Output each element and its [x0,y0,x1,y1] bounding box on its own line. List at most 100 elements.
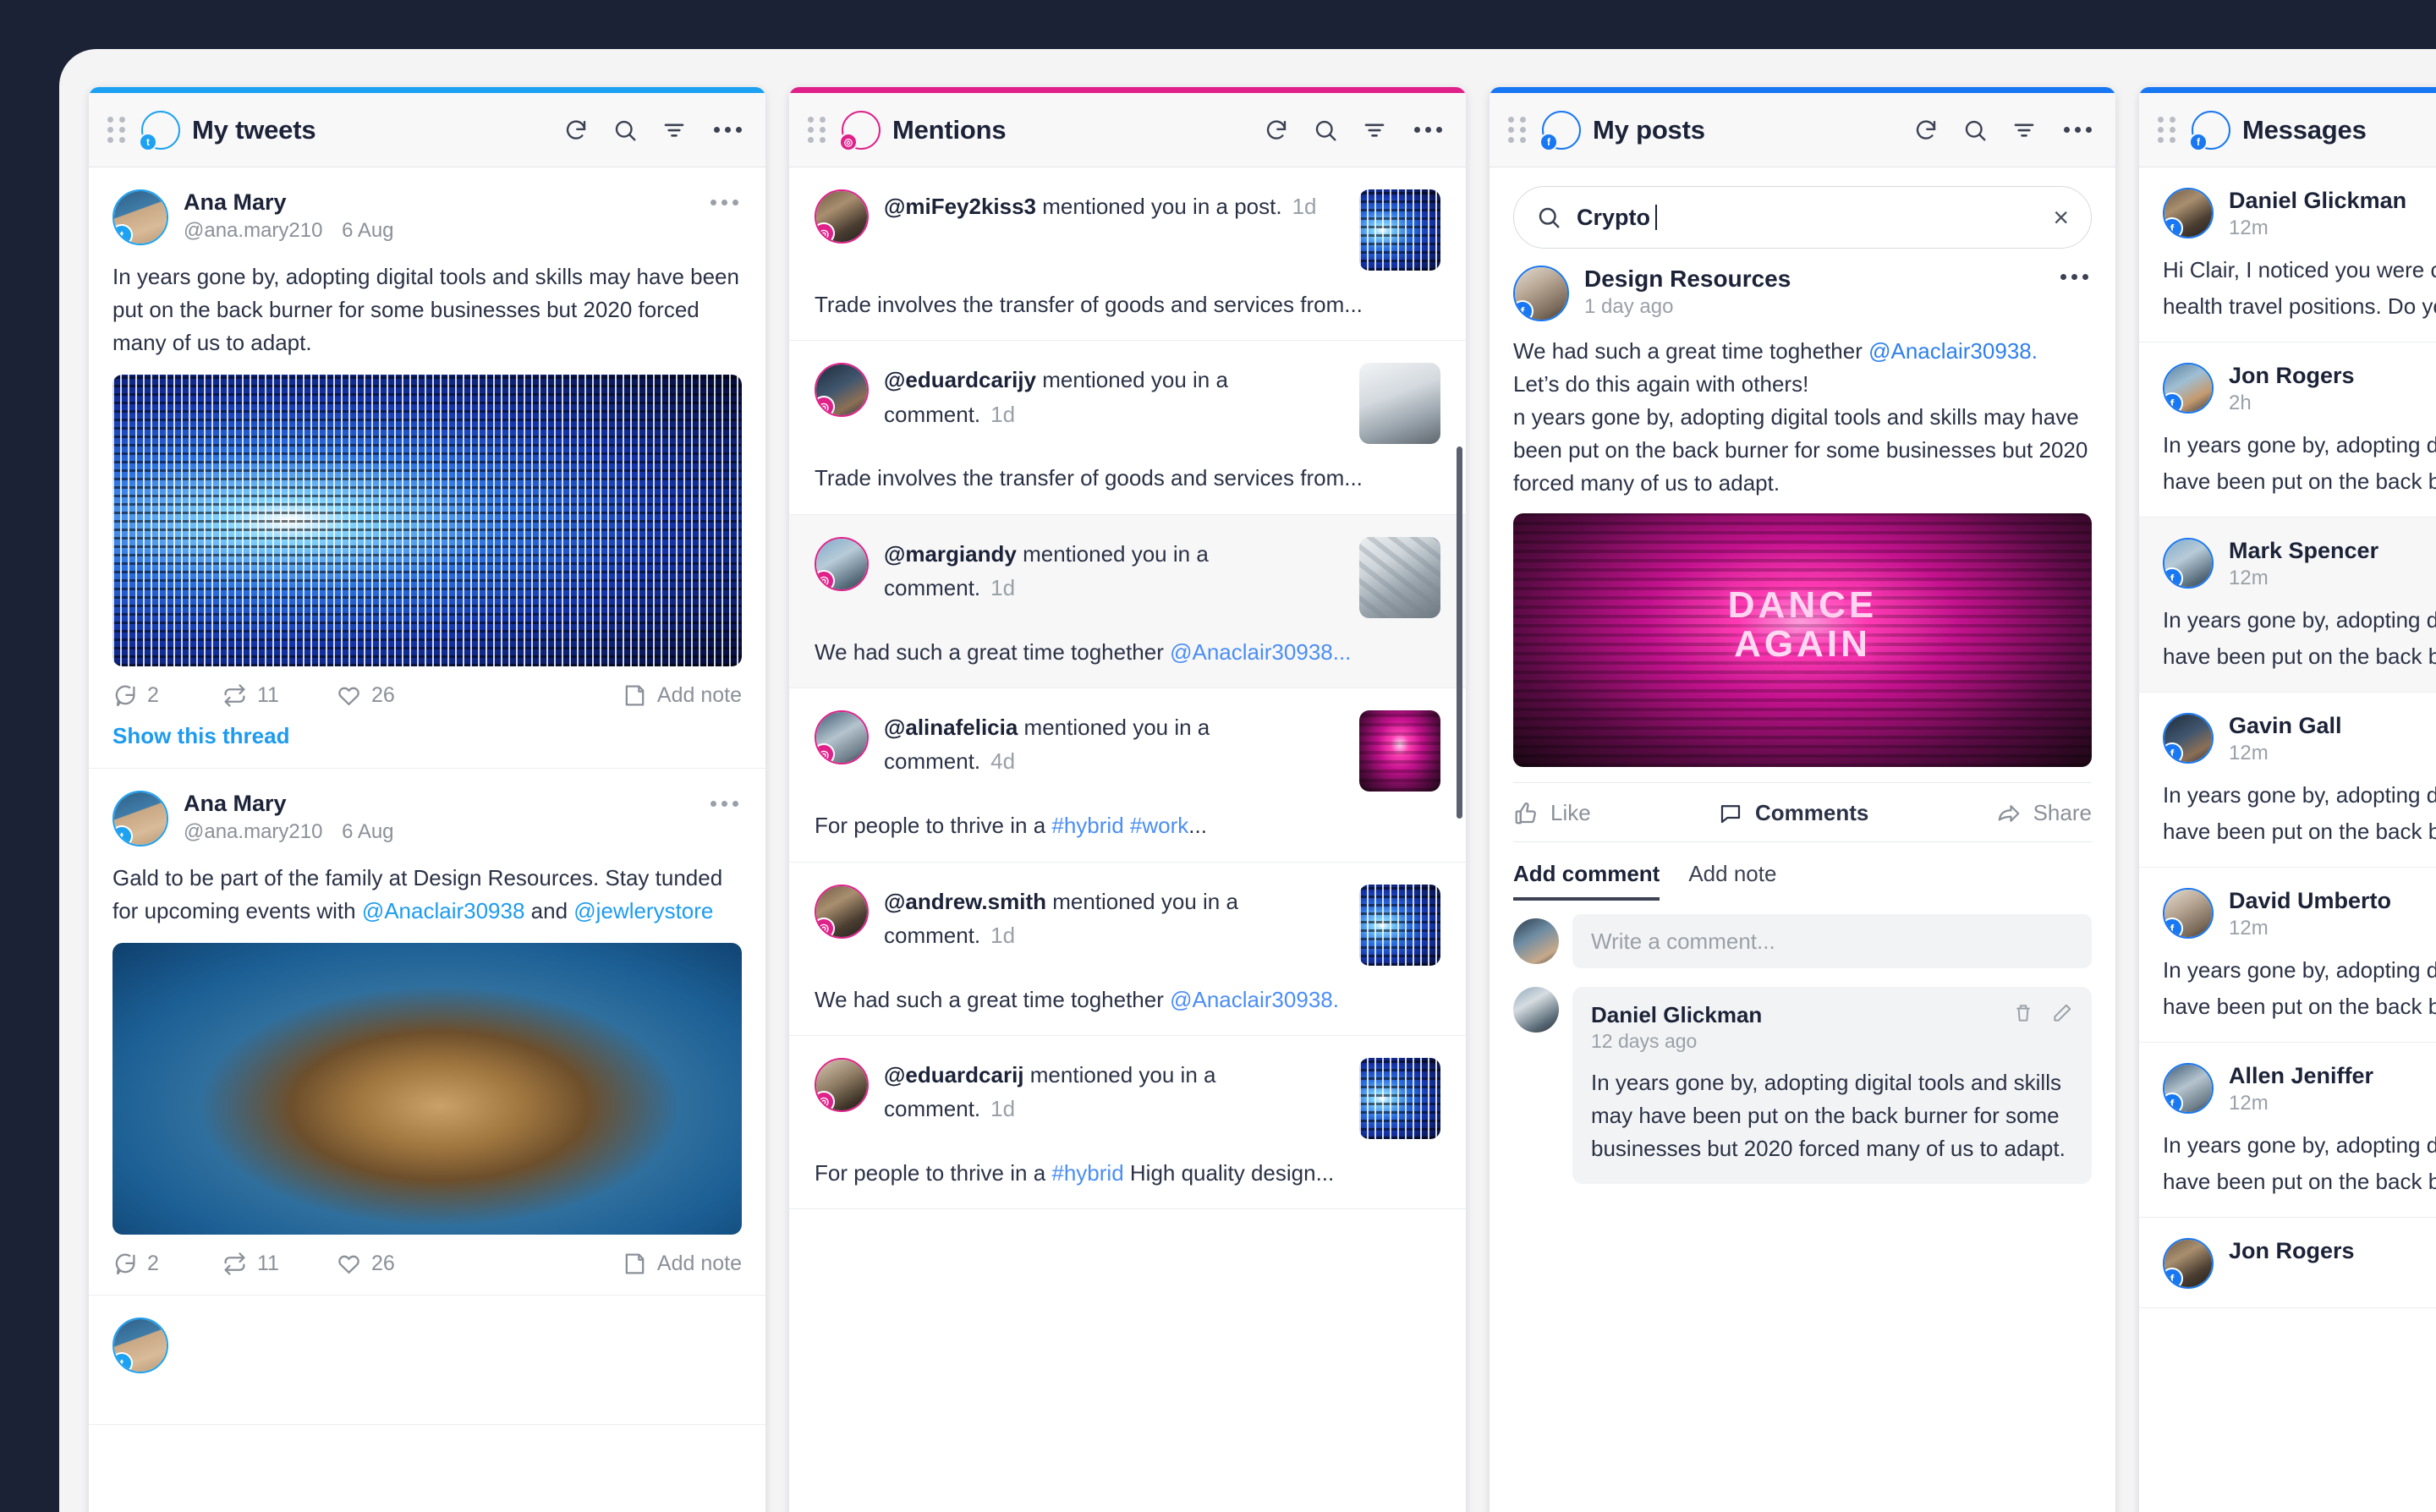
share-button[interactable]: Share [1996,800,2092,826]
post-mention-link[interactable]: @Anaclair30938. [1868,338,2038,364]
mention-hashtag-link[interactable]: #hybrid [1051,1160,1123,1186]
mention-body: We had such a great time toghether @Anac… [815,984,1440,1015]
tweet-card[interactable]: t Ana Mary @ana.mary210 6 Aug Gald to be… [89,769,765,1296]
refresh-icon[interactable] [1913,118,1939,143]
tab-add-comment[interactable]: Add comment [1513,861,1660,901]
tweet-actions: 2 11 26 Add note [112,1252,742,1276]
like-action[interactable]: 26 [337,1252,451,1276]
comment-placeholder: Write a comment... [1591,929,1775,955]
mention-user[interactable]: @eduardcarij [884,1062,1024,1087]
more-icon[interactable] [710,123,745,136]
comment-icon [112,1252,137,1276]
message-sender: Allen Jeniffer [2229,1063,2373,1089]
retweet-action[interactable]: 11 [222,683,337,708]
mention-thumbnail[interactable] [1359,363,1440,444]
mention-thumbnail[interactable] [1359,537,1440,618]
message-item[interactable]: f David Umberto 12m In years gone by, ad… [2139,868,2436,1043]
my-posts-body[interactable]: Crypto × f Design Resources 1 day ago We… [1490,167,2115,1512]
edit-icon[interactable] [2051,1002,2073,1024]
message-sender: Jon Rogers [2229,1238,2355,1264]
filter-icon[interactable] [661,118,687,143]
mention-body-link[interactable]: @Anaclair30938... [1170,639,1351,665]
mention-item[interactable]: ◎ @alinafelicia mentioned you in a comme… [789,688,1466,862]
tweet-media-turtle[interactable] [112,943,742,1235]
mention-user[interactable]: @alinafelicia [884,715,1018,740]
mention-item[interactable]: ◎ @andrew.smith mentioned you in a comme… [789,863,1466,1036]
like-button[interactable]: Like [1513,800,1591,826]
mention-hashtag-link[interactable]: #hybrid #work [1051,813,1188,838]
post-card: f Design Resources 1 day ago We had such… [1490,257,2115,1184]
reply-action[interactable]: 2 [112,683,222,708]
message-item[interactable]: f Allen Jeniffer 12m In years gone by, a… [2139,1043,2436,1218]
more-icon[interactable] [2057,271,2092,283]
facebook-icon: f [2163,1268,2183,1289]
filter-icon[interactable] [2011,118,2037,143]
refresh-icon[interactable] [563,118,589,143]
tweets-list[interactable]: t Ana Mary @ana.mary210 6 Aug In years g… [89,167,765,1512]
tab-add-note[interactable]: Add note [1688,861,1776,901]
neon-line-2: AGAIN [1734,623,1871,665]
messages-list[interactable]: f Daniel Glickman 12m Hi Clair, I notice… [2139,167,2436,1512]
tweet-text: Gald to be part of the family at Design … [112,862,742,928]
comment-tools [2012,1002,2073,1024]
tweet-card[interactable]: t [89,1296,765,1425]
column-my-tweets: t My tweets t Ana Mary [89,87,765,1512]
more-icon[interactable] [1411,123,1446,136]
mention-headline: @miFey2kiss3 mentioned you in a post.1d [884,189,1344,223]
drag-handle-icon[interactable] [2158,118,2180,143]
mention-user[interactable]: @margiandy [884,541,1017,567]
mention-item[interactable]: ◎ @eduardcarijy mentioned you in a comme… [789,341,1466,514]
drag-handle-icon[interactable] [808,118,830,143]
delete-icon[interactable] [2012,1002,2034,1024]
mention-thumbnail[interactable] [1359,189,1440,271]
more-icon[interactable] [2060,123,2095,136]
message-item[interactable]: f Jon Rogers [2139,1218,2436,1308]
tweet-date: 6 Aug [342,820,393,843]
add-note-button[interactable]: Add note [623,1252,742,1276]
message-item[interactable]: f Daniel Glickman 12m Hi Clair, I notice… [2139,167,2436,342]
search-icon[interactable] [1313,118,1338,143]
mentions-list[interactable]: ◎ @miFey2kiss3 mentioned you in a post.1… [789,167,1466,1512]
scrollbar-thumb[interactable] [1457,446,1462,819]
tweet-media-led-lights[interactable] [112,375,742,666]
refresh-icon[interactable] [1264,118,1289,143]
mention-item[interactable]: ◎ @eduardcarij mentioned you in a commen… [789,1036,1466,1209]
tweet-card[interactable]: t Ana Mary @ana.mary210 6 Aug In years g… [89,167,765,769]
mention-body-link[interactable]: @Anaclair30938. [1170,987,1339,1012]
more-icon[interactable] [707,196,742,209]
like-label: Like [1550,800,1591,826]
mention-thumbnail[interactable] [1359,885,1440,966]
search-icon[interactable] [612,118,638,143]
filter-icon[interactable] [1362,118,1387,143]
mention-user[interactable]: @eduardcarijy [884,367,1036,392]
clear-search-icon[interactable]: × [2053,204,2069,231]
search-input[interactable]: Crypto × [1513,186,2092,249]
drag-handle-icon[interactable] [1508,118,1530,143]
show-thread-link[interactable]: Show this thread [112,723,742,749]
more-icon[interactable] [707,797,742,810]
mention-thumbnail[interactable] [1359,710,1440,792]
share-icon [1996,801,2022,826]
post-media-neon-dance[interactable]: DANCEAGAIN [1513,513,2092,767]
like-action[interactable]: 26 [337,683,451,708]
drag-handle-icon[interactable] [107,118,129,143]
mention-user[interactable]: @miFey2kiss3 [884,194,1036,219]
add-note-button[interactable]: Add note [623,683,742,708]
mention-thumbnail[interactable] [1359,1058,1440,1139]
comment-input[interactable]: Write a comment... [1572,914,2092,968]
mention-body: We had such a great time toghether @Anac… [815,637,1440,667]
message-item[interactable]: f Mark Spencer 12m In years gone by, ado… [2139,518,2436,693]
message-item[interactable]: f Gavin Gall 12m In years gone by, adopt… [2139,693,2436,868]
message-item[interactable]: f Jon Rogers 2h In years gone by, adopti… [2139,342,2436,518]
reply-action[interactable]: 2 [112,1252,222,1276]
retweet-action[interactable]: 11 [222,1252,337,1276]
avatar: t [112,189,168,245]
mention-item[interactable]: ◎ @margiandy mentioned you in a comment.… [789,515,1466,688]
comments-button[interactable]: Comments [1718,800,1868,826]
mention-user[interactable]: @andrew.smith [884,889,1046,914]
mention-item[interactable]: ◎ @miFey2kiss3 mentioned you in a post.1… [789,167,1466,341]
search-icon[interactable] [1962,118,1988,143]
tweet-mention-link[interactable]: @jewlerystore [573,898,713,923]
post-text-rest: Let’s do this again with others! n years… [1513,371,2094,496]
tweet-mention-link[interactable]: @Anaclair30938 [362,898,525,923]
